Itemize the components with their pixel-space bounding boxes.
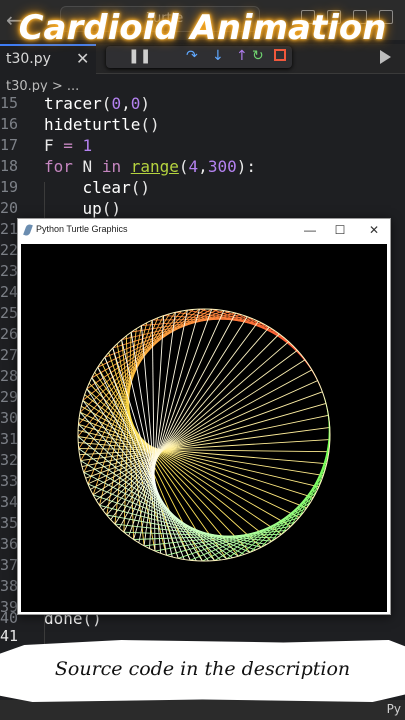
cardioid-chord — [178, 516, 300, 559]
step-over-icon[interactable]: ↷ — [186, 48, 198, 64]
restart-icon[interactable]: ↻ — [252, 48, 264, 64]
code-line: F = 1 — [44, 136, 93, 155]
status-bar: Py — [0, 700, 405, 720]
cardioid-chord — [92, 494, 256, 551]
cardioid-chord — [78, 442, 327, 465]
line-number: 26 — [0, 325, 19, 343]
line-number: 21 — [0, 220, 19, 238]
line-number: 19 — [0, 178, 19, 196]
tab-label: t30.py — [6, 51, 51, 67]
line-number: 28 — [0, 367, 19, 385]
feather-icon — [23, 223, 33, 237]
line-number: 35 — [0, 514, 19, 532]
line-number: 38 — [0, 577, 19, 595]
cardioid-chord — [214, 502, 311, 561]
tab-t30[interactable]: t30.py ✕ — [0, 44, 96, 74]
code-line: hideturtle() — [44, 115, 160, 134]
turtle-window[interactable]: Python Turtle Graphics — ☐ ✕ — [17, 218, 391, 615]
line-number: 33 — [0, 472, 19, 490]
line-number: 27 — [0, 346, 19, 364]
cardioid-drawing — [77, 308, 331, 562]
terminal-label[interactable]: Py — [387, 702, 401, 716]
tab-close-icon[interactable]: ✕ — [76, 49, 89, 68]
line-number: 17 — [0, 136, 19, 154]
code-line: for N in range(4,300): — [44, 157, 256, 176]
cardioid-chord — [90, 369, 313, 490]
line-number: 24 — [0, 283, 19, 301]
line-number: 40 — [0, 609, 19, 627]
minimize-button[interactable]: — — [296, 221, 324, 239]
line-number: 37 — [0, 556, 19, 574]
debug-toolbar: ❚❚ ↷ ↓ ↑ ↻ — [106, 46, 292, 68]
line-number: 15 — [0, 94, 19, 112]
cardioid-chord — [121, 312, 236, 341]
line-number: 30 — [0, 409, 19, 427]
step-out-icon[interactable]: ↑ — [236, 48, 248, 64]
line-number: 32 — [0, 451, 19, 469]
code-line: up() — [82, 199, 122, 218]
turtle-canvas[interactable] — [21, 244, 387, 612]
line-number: 36 — [0, 535, 19, 553]
stop-icon[interactable] — [274, 49, 286, 61]
line-number: 25 — [0, 304, 19, 322]
line-number: 31 — [0, 430, 19, 448]
line-number: 20 — [0, 199, 19, 217]
cardioid-chord — [82, 400, 282, 535]
line-number: 41 — [0, 627, 19, 645]
code-line: clear() — [82, 178, 150, 197]
line-number: 22 — [0, 241, 19, 259]
line-number: 18 — [0, 157, 19, 175]
cardioid-chord — [94, 372, 228, 560]
pause-icon[interactable]: ❚❚ — [128, 48, 151, 64]
code-line: tracer(0,0) — [44, 94, 150, 113]
video-title: Cardioid Animation — [18, 8, 387, 48]
line-number: 23 — [0, 262, 19, 280]
run-icon[interactable] — [380, 50, 391, 64]
close-button[interactable]: ✕ — [360, 221, 388, 239]
line-number: 29 — [0, 388, 19, 406]
cardioid-chord — [151, 320, 156, 552]
cardioid-chord — [110, 321, 259, 520]
cardioid-chord — [78, 448, 329, 453]
turtle-window-titlebar[interactable]: Python Turtle Graphics — ☐ ✕ — [18, 219, 390, 242]
cardioid-chord — [82, 308, 200, 401]
line-number: 16 — [0, 115, 19, 133]
line-number: 34 — [0, 493, 19, 511]
maximize-button[interactable]: ☐ — [326, 221, 354, 239]
turtle-window-title: Python Turtle Graphics — [36, 224, 128, 234]
step-into-icon[interactable]: ↓ — [212, 48, 224, 64]
video-caption: Source code in the description — [54, 658, 351, 680]
